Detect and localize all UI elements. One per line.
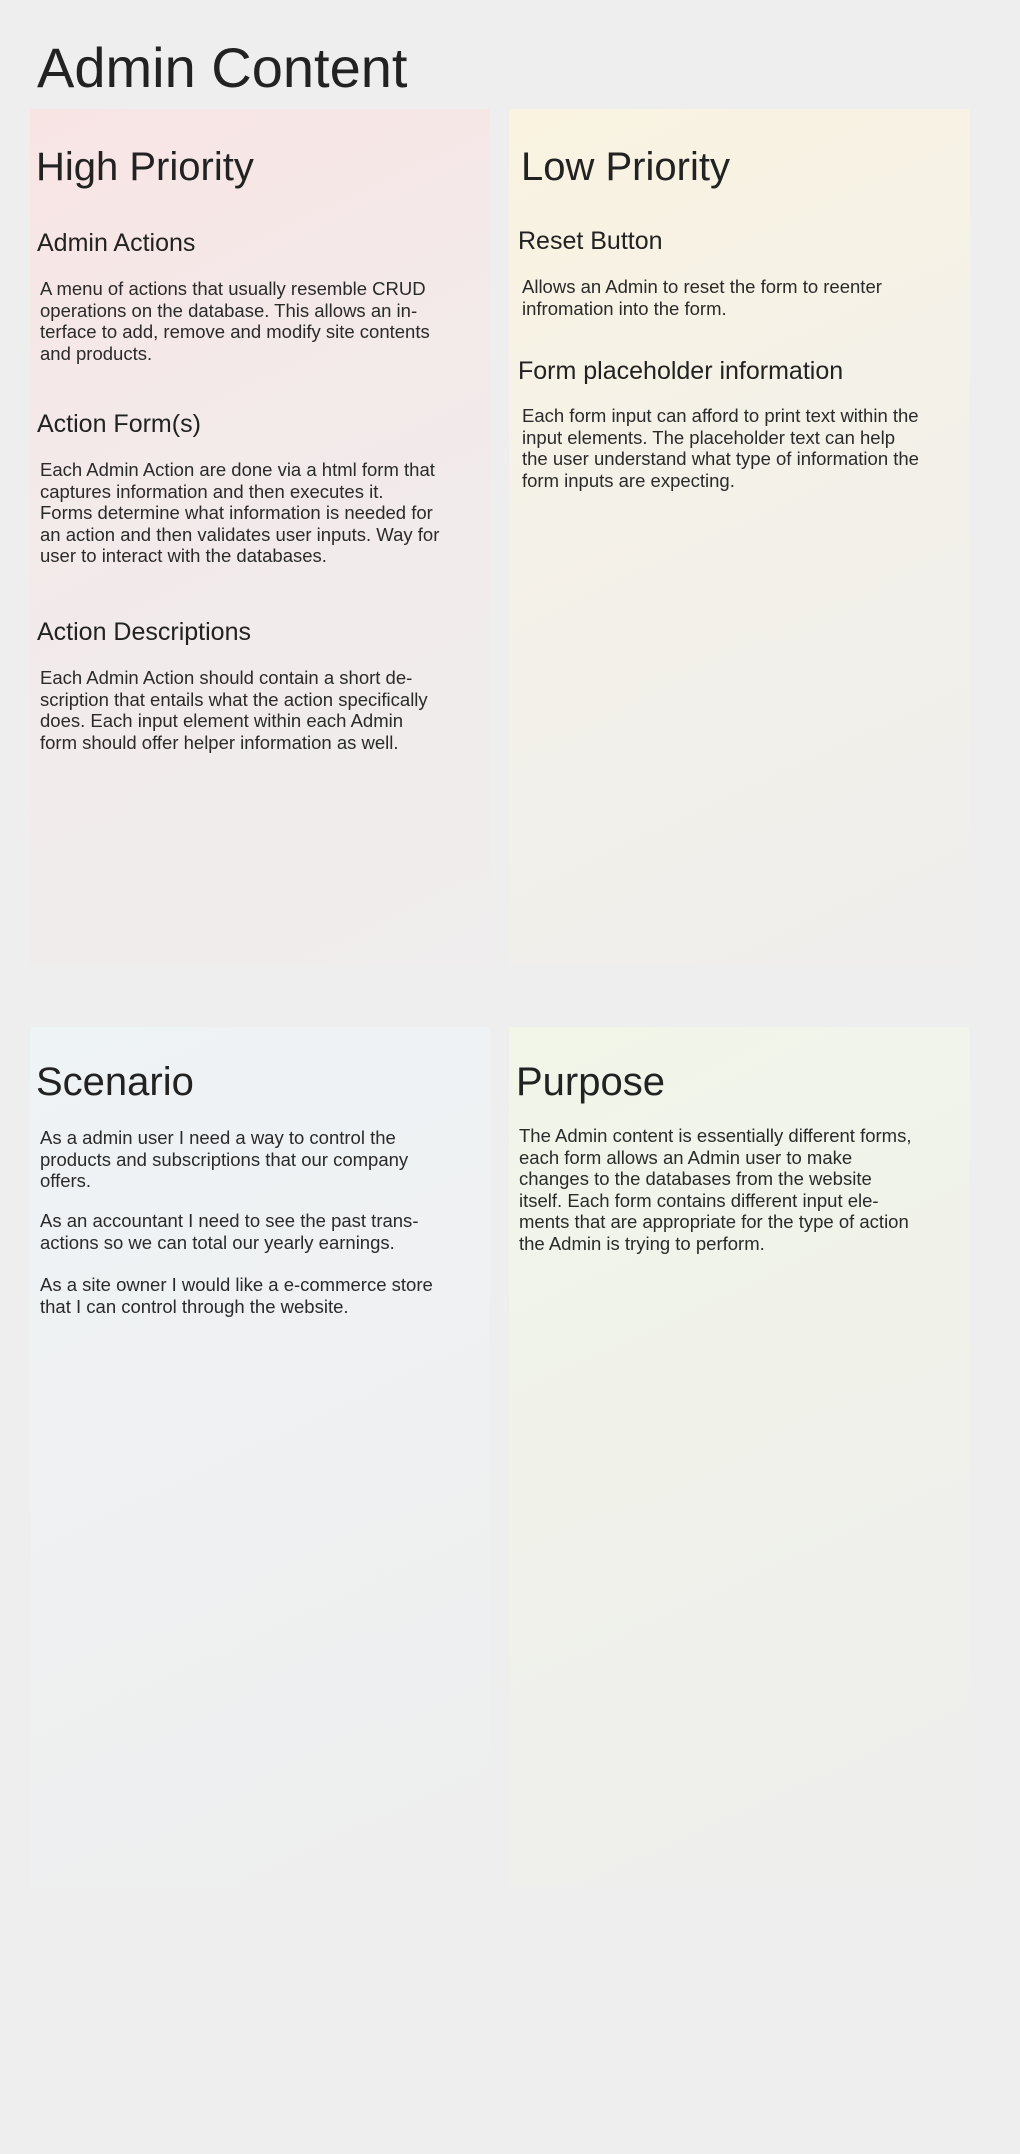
low-priority-title: Low Priority xyxy=(521,145,730,189)
form-placeholder-heading: Form placeholder information xyxy=(518,357,844,385)
purpose-card: Purpose The Admin content is essentially… xyxy=(509,1027,970,1887)
purpose-title: Purpose xyxy=(516,1060,665,1104)
scenario-title: Scenario xyxy=(36,1060,194,1104)
scenario-card: Scenario As a admin user I need a way to… xyxy=(30,1027,490,1887)
purpose-text: The Admin content is essentially differe… xyxy=(519,1125,912,1254)
admin-actions-heading: Admin Actions xyxy=(37,229,196,257)
reset-button-heading: Reset Button xyxy=(518,227,663,255)
scenario-paragraph: As a site owner I would like a e-commerc… xyxy=(40,1274,433,1317)
action-descriptions-heading: Action Descriptions xyxy=(37,618,251,646)
scenario-paragraph: As an accountant I need to see the past … xyxy=(40,1210,419,1253)
admin-actions-text: A menu of actions that usually resemble … xyxy=(40,278,430,364)
action-descriptions-text: Each Admin Action should contain a short… xyxy=(40,667,428,753)
form-placeholder-text: Each form input can afford to print text… xyxy=(522,405,919,491)
action-forms-text: Each Admin Action are done via a html fo… xyxy=(40,459,440,566)
high-priority-title: High Priority xyxy=(36,145,254,189)
page-title: Admin Content xyxy=(37,36,408,99)
high-priority-card: High Priority Admin Actions A menu of ac… xyxy=(30,109,490,965)
action-forms-heading: Action Form(s) xyxy=(37,410,201,438)
reset-button-text: Allows an Admin to reset the form to ree… xyxy=(522,276,882,319)
low-priority-card: Low Priority Reset Button Allows an Admi… xyxy=(509,109,970,965)
scenario-paragraph: As a admin user I need a way to control … xyxy=(40,1127,409,1191)
